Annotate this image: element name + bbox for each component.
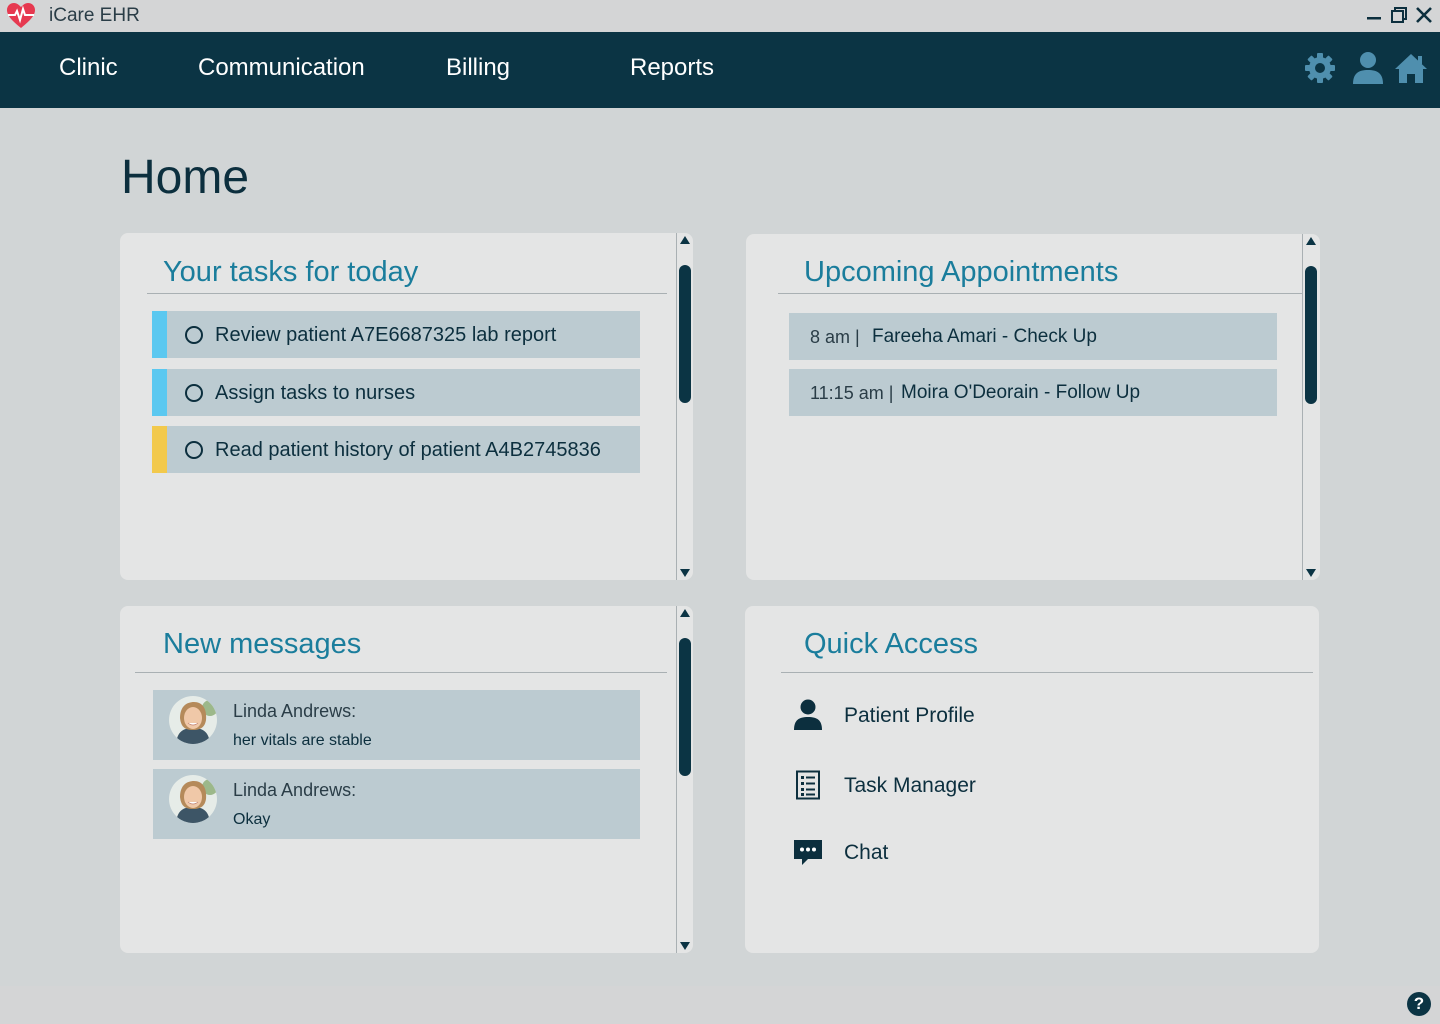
scroll-up-arrow-icon[interactable] bbox=[680, 236, 690, 244]
tasks-panel: Your tasks for today Review patient A7E6… bbox=[120, 233, 693, 580]
task-item[interactable]: Review patient A7E6687325 lab report bbox=[152, 311, 640, 358]
quick-access-label: Chat bbox=[844, 841, 889, 864]
message-text: her vitals are stable bbox=[233, 732, 372, 749]
task-checkbox[interactable] bbox=[185, 326, 203, 344]
avatar bbox=[169, 696, 217, 744]
chat-icon bbox=[792, 835, 824, 869]
main-nav: Clinic Communication Billing Reports bbox=[0, 32, 1440, 108]
person-icon bbox=[792, 698, 824, 732]
messages-scrollbar[interactable] bbox=[676, 606, 693, 953]
message-text: Okay bbox=[233, 811, 271, 828]
quick-access-task-manager[interactable]: Task Manager bbox=[792, 766, 1192, 806]
appointments-scrollbar[interactable] bbox=[1302, 234, 1319, 580]
appointment-item[interactable]: 11:15 am | Moira O'Deorain - Follow Up bbox=[789, 369, 1277, 416]
avatar bbox=[169, 775, 217, 823]
appointments-panel: Upcoming Appointments 8 am | Fareeha Ama… bbox=[746, 234, 1320, 580]
message-sender: Linda Andrews: bbox=[233, 780, 357, 800]
heart-pulse-icon bbox=[6, 2, 36, 30]
scroll-down-arrow-icon[interactable] bbox=[1306, 569, 1316, 577]
close-button[interactable] bbox=[1413, 3, 1435, 27]
quick-access-label: Patient Profile bbox=[844, 704, 975, 727]
divider bbox=[781, 672, 1313, 673]
message-item[interactable]: Linda Andrews: her vitals are stable bbox=[153, 690, 640, 760]
nav-clinic[interactable]: Clinic bbox=[59, 54, 118, 82]
appointment-time: 8 am | bbox=[810, 327, 860, 347]
status-bar: ? bbox=[0, 986, 1440, 1024]
appointment-item[interactable]: 8 am | Fareeha Amari - Check Up bbox=[789, 313, 1277, 360]
scroll-thumb[interactable] bbox=[679, 265, 691, 403]
task-item[interactable]: Assign tasks to nurses bbox=[152, 369, 640, 416]
task-label: Review patient A7E6687325 lab report bbox=[215, 324, 557, 346]
scroll-up-arrow-icon[interactable] bbox=[1306, 237, 1316, 245]
tasks-scrollbar[interactable] bbox=[676, 233, 693, 580]
title-bar: iCare EHR bbox=[0, 0, 1440, 32]
tasks-panel-title: Your tasks for today bbox=[163, 256, 419, 288]
scroll-down-arrow-icon[interactable] bbox=[680, 569, 690, 577]
minimize-button[interactable] bbox=[1363, 3, 1385, 27]
gear-icon[interactable] bbox=[1302, 50, 1338, 86]
divider bbox=[147, 293, 667, 294]
messages-panel: New messages Linda Andrews: her vitals a… bbox=[120, 606, 693, 953]
nav-billing[interactable]: Billing bbox=[446, 54, 510, 82]
app-title: iCare EHR bbox=[49, 5, 140, 26]
nav-reports[interactable]: Reports bbox=[630, 54, 714, 82]
appointments-panel-title: Upcoming Appointments bbox=[804, 256, 1119, 288]
nav-communication[interactable]: Communication bbox=[198, 54, 365, 82]
priority-stripe bbox=[152, 311, 167, 358]
home-icon[interactable] bbox=[1393, 50, 1429, 86]
task-item[interactable]: Read patient history of patient A4B27458… bbox=[152, 426, 640, 473]
divider bbox=[135, 672, 667, 673]
user-icon[interactable] bbox=[1350, 50, 1386, 86]
quick-access-panel-title: Quick Access bbox=[804, 628, 979, 660]
scroll-thumb[interactable] bbox=[1305, 266, 1317, 404]
quick-access-patient-profile[interactable]: Patient Profile bbox=[792, 696, 1192, 736]
task-label: Read patient history of patient A4B27458… bbox=[215, 439, 601, 461]
priority-stripe bbox=[152, 369, 167, 416]
scroll-down-arrow-icon[interactable] bbox=[680, 942, 690, 950]
quick-access-label: Task Manager bbox=[844, 774, 976, 797]
quick-access-panel: Quick Access Patient Profile Task Manage… bbox=[745, 606, 1319, 953]
appointment-name: Moira O'Deorain - Follow Up bbox=[901, 382, 1141, 403]
restore-button[interactable] bbox=[1388, 3, 1410, 27]
task-checkbox[interactable] bbox=[185, 384, 203, 402]
divider bbox=[778, 293, 1303, 294]
task-label: Assign tasks to nurses bbox=[215, 382, 416, 404]
task-checkbox[interactable] bbox=[185, 441, 203, 459]
scroll-thumb[interactable] bbox=[679, 638, 691, 776]
priority-stripe bbox=[152, 426, 167, 473]
appointment-time: 11:15 am | bbox=[810, 383, 894, 403]
message-item[interactable]: Linda Andrews: Okay bbox=[153, 769, 640, 839]
message-sender: Linda Andrews: bbox=[233, 701, 357, 721]
quick-access-chat[interactable]: Chat bbox=[792, 833, 1192, 873]
help-icon[interactable]: ? bbox=[1407, 992, 1431, 1016]
appointment-name: Fareeha Amari - Check Up bbox=[872, 326, 1097, 347]
scroll-up-arrow-icon[interactable] bbox=[680, 609, 690, 617]
messages-panel-title: New messages bbox=[163, 628, 362, 660]
checklist-icon bbox=[792, 768, 824, 802]
page-title: Home bbox=[121, 151, 250, 204]
